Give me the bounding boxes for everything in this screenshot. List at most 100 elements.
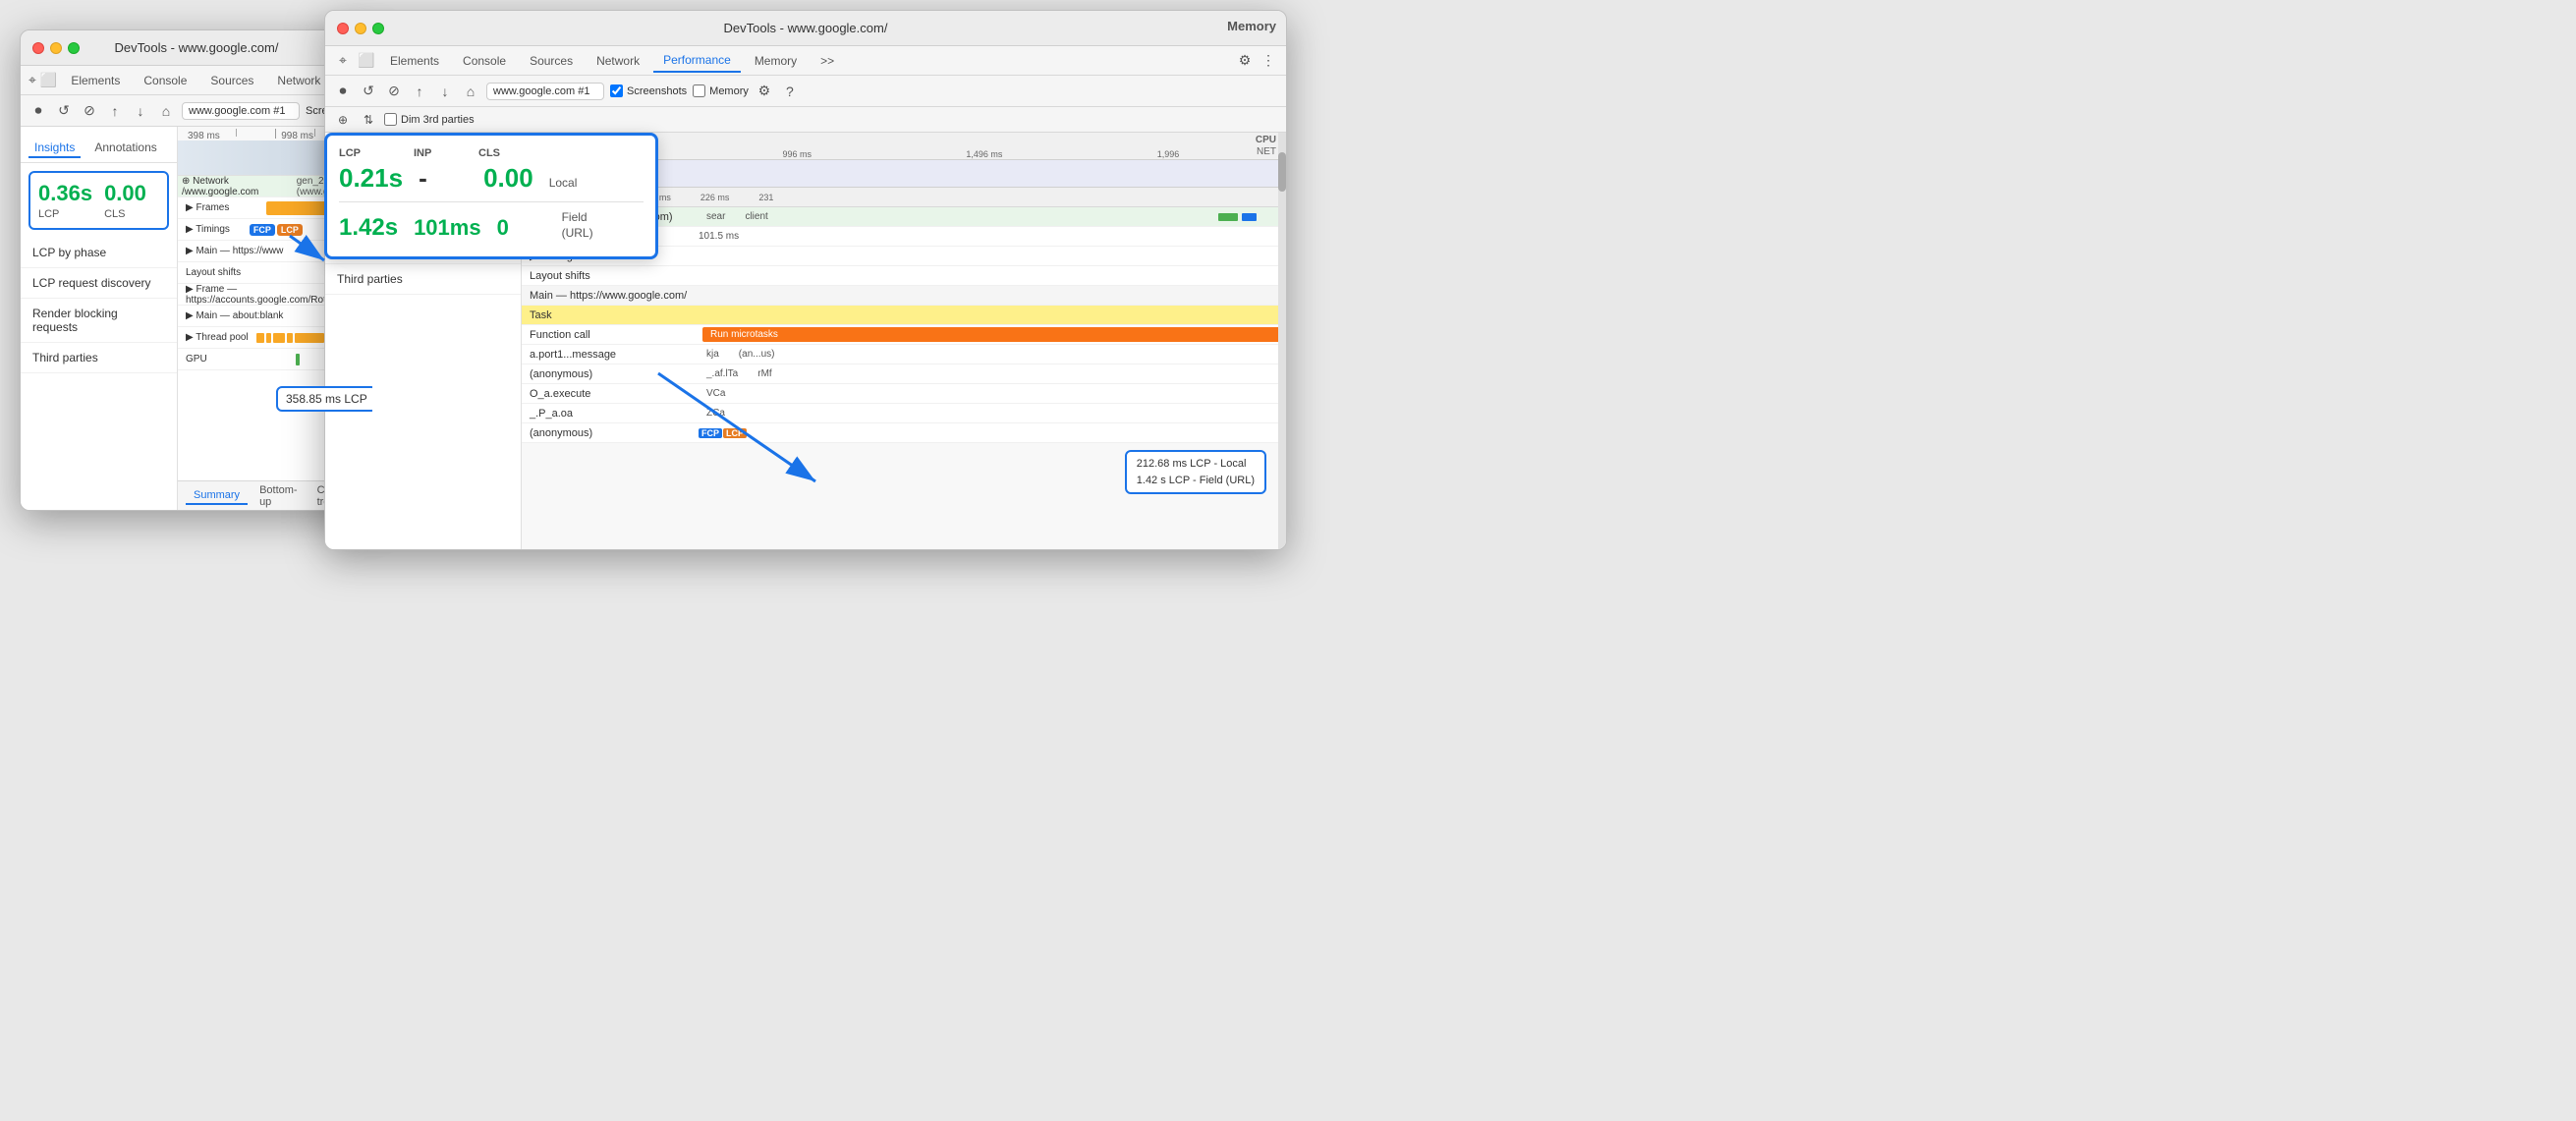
- popup-row1-lcp: 0.21s: [339, 163, 403, 194]
- minimize-button-right[interactable]: [355, 23, 366, 34]
- memory-label-right: Memory: [709, 85, 749, 97]
- tab-sources-right[interactable]: Sources: [520, 50, 583, 72]
- scroll-thumb[interactable]: [1278, 152, 1286, 192]
- upload-icon-right[interactable]: ↑: [410, 82, 429, 101]
- tooltip-line2: 1.42 s LCP - Field (URL): [1137, 473, 1255, 489]
- tab-memory-right[interactable]: Memory: [745, 50, 807, 72]
- more-icon-right[interactable]: ⋮: [1259, 51, 1278, 71]
- btab-summary-left[interactable]: Summary: [186, 487, 248, 505]
- row-oa-execute: O_a.execute VCa: [522, 384, 1286, 404]
- tab-elements[interactable]: Elements: [61, 70, 130, 91]
- cpu-label: CPU: [1256, 135, 1276, 145]
- lcp-badge-left: LCP: [277, 224, 303, 236]
- url-selector-right[interactable]: www.google.com #1: [486, 83, 604, 100]
- cursor-icon[interactable]: ⌖: [28, 71, 36, 90]
- upload-icon[interactable]: ↑: [105, 101, 125, 121]
- memory-checkbox[interactable]: [693, 84, 705, 97]
- help-icon[interactable]: ?: [780, 82, 800, 101]
- insight-third-parties-left[interactable]: Third parties: [21, 343, 177, 373]
- insight-lcp-by-phase-left[interactable]: LCP by phase: [21, 238, 177, 268]
- record-icon[interactable]: ⏺: [28, 101, 48, 121]
- row-main-right: Main — https://www.google.com/: [522, 286, 1286, 306]
- row-anon-col2: _.af.lTa: [706, 368, 738, 379]
- tab-sources[interactable]: Sources: [200, 70, 263, 91]
- cursor-icon-right[interactable]: ⌖: [333, 51, 353, 71]
- screenshots-checkbox[interactable]: [610, 84, 623, 97]
- url-selector[interactable]: www.google.com #1: [182, 102, 300, 120]
- row-oa-label: O_a.execute: [522, 388, 699, 400]
- memory-check[interactable]: Memory: [693, 84, 749, 97]
- device-icon-right[interactable]: ⬜: [357, 51, 376, 71]
- maximize-button-right[interactable]: [372, 23, 384, 34]
- memory-tab-label: Memory: [1227, 19, 1276, 33]
- row-port-col2: kja: [706, 349, 719, 360]
- record-icon-right[interactable]: ⏺: [333, 82, 353, 101]
- screenshots-check[interactable]: Screenshots: [610, 84, 687, 97]
- fcp-badge-right: FCP: [699, 428, 722, 438]
- traffic-lights-right: [337, 23, 384, 34]
- minimize-button[interactable]: [50, 42, 62, 54]
- row-gpu-label: GPU: [182, 354, 207, 364]
- lcp-label-left: LCP: [38, 208, 92, 220]
- fcp-badge-left: FCP: [250, 224, 275, 236]
- tab-more-right[interactable]: >>: [811, 50, 844, 72]
- row-timings-label: ▶ Timings: [182, 224, 230, 235]
- download-icon-right[interactable]: ↓: [435, 82, 455, 101]
- device-icon[interactable]: ⬜: [40, 71, 57, 90]
- throttle-icon[interactable]: ⇅: [359, 110, 378, 130]
- ruler-996ms: 996 ms: [783, 149, 812, 159]
- ruler-1996ms: 1,996: [1157, 149, 1180, 159]
- tab-console[interactable]: Console: [134, 70, 196, 91]
- row-port-message: a.port1...message kja (an...us): [522, 345, 1286, 364]
- cls-value-left: 0.00: [104, 181, 146, 206]
- ruler-1496ms: 1,496 ms: [966, 149, 1002, 159]
- sub-tab-insights-left[interactable]: Insights: [28, 139, 81, 158]
- download-icon[interactable]: ↓: [131, 101, 150, 121]
- metrics-box-left: 0.36s LCP 0.00 CLS: [28, 171, 169, 230]
- devtools-window-left: DevTools - www.google.com/ ⌖ ⬜ Elements …: [20, 29, 373, 511]
- close-button-right[interactable]: [337, 23, 349, 34]
- toolbar-left: ⏺ ↺ ⊘ ↑ ↓ ⌂ www.google.com #1 Screensho: [21, 95, 372, 127]
- dim-parties-label: Dim 3rd parties: [401, 114, 475, 126]
- tab-console-right[interactable]: Console: [453, 50, 516, 72]
- cls-label-left: CLS: [104, 208, 146, 220]
- tab-performance-right[interactable]: Performance: [653, 49, 741, 73]
- dim-parties-check[interactable]: Dim 3rd parties: [384, 113, 475, 126]
- row-network-label-left: ⊕ Network /www.google.com: [182, 176, 293, 197]
- clear-icon[interactable]: ⊘: [80, 101, 99, 121]
- tab-network-right[interactable]: Network: [587, 50, 649, 72]
- scrollbar-right[interactable]: [1278, 133, 1286, 550]
- insight-lcp-request-left[interactable]: LCP request discovery: [21, 268, 177, 299]
- settings-icon-right[interactable]: ⚙: [1235, 51, 1255, 71]
- popup-row2-inp: 101ms: [414, 215, 481, 241]
- network-icon[interactable]: ⊕: [333, 110, 353, 130]
- tab-elements-right[interactable]: Elements: [380, 50, 449, 72]
- maximize-button[interactable]: [68, 42, 80, 54]
- sub-231ms: 231: [758, 193, 773, 202]
- lcp-badge-right: LCP: [723, 428, 747, 438]
- row-fn-value: Run microtasks: [702, 327, 1286, 342]
- row-task: Task: [522, 306, 1286, 325]
- tab-bar-right: ⌖ ⬜ Elements Console Sources Network Per…: [325, 46, 1286, 76]
- popup-cls-header: CLS: [478, 147, 528, 159]
- home-icon-right[interactable]: ⌂: [461, 82, 480, 101]
- insight-third-parties-right[interactable]: Third parties: [325, 264, 521, 295]
- window-title-right: DevTools - www.google.com/: [724, 21, 888, 35]
- left-content-area: Insights Annotations 0.36s LCP 0.00 CLS: [21, 127, 372, 510]
- refresh-icon[interactable]: ↺: [54, 101, 74, 121]
- row-anon-label: (anonymous): [522, 368, 699, 380]
- clear-icon-right[interactable]: ⊘: [384, 82, 404, 101]
- sub-tab-annotations-left[interactable]: Annotations: [88, 139, 162, 158]
- dim-parties-checkbox[interactable]: [384, 113, 397, 126]
- settings2-icon[interactable]: ⚙: [755, 82, 774, 101]
- tab-network[interactable]: Network: [267, 70, 330, 91]
- popup-row1-context: Local: [549, 176, 578, 194]
- btab-bottomup-left[interactable]: Bottom-up: [252, 482, 306, 510]
- row-port-label: a.port1...message: [522, 349, 699, 361]
- refresh-icon-right[interactable]: ↺: [359, 82, 378, 101]
- close-button[interactable]: [32, 42, 44, 54]
- insight-render-blocking-left[interactable]: Render blocking requests: [21, 299, 177, 343]
- row-anon2-label: (anonymous): [522, 427, 699, 439]
- home-icon[interactable]: ⌂: [156, 101, 176, 121]
- row-frames-time-right: 101.5 ms: [699, 231, 739, 242]
